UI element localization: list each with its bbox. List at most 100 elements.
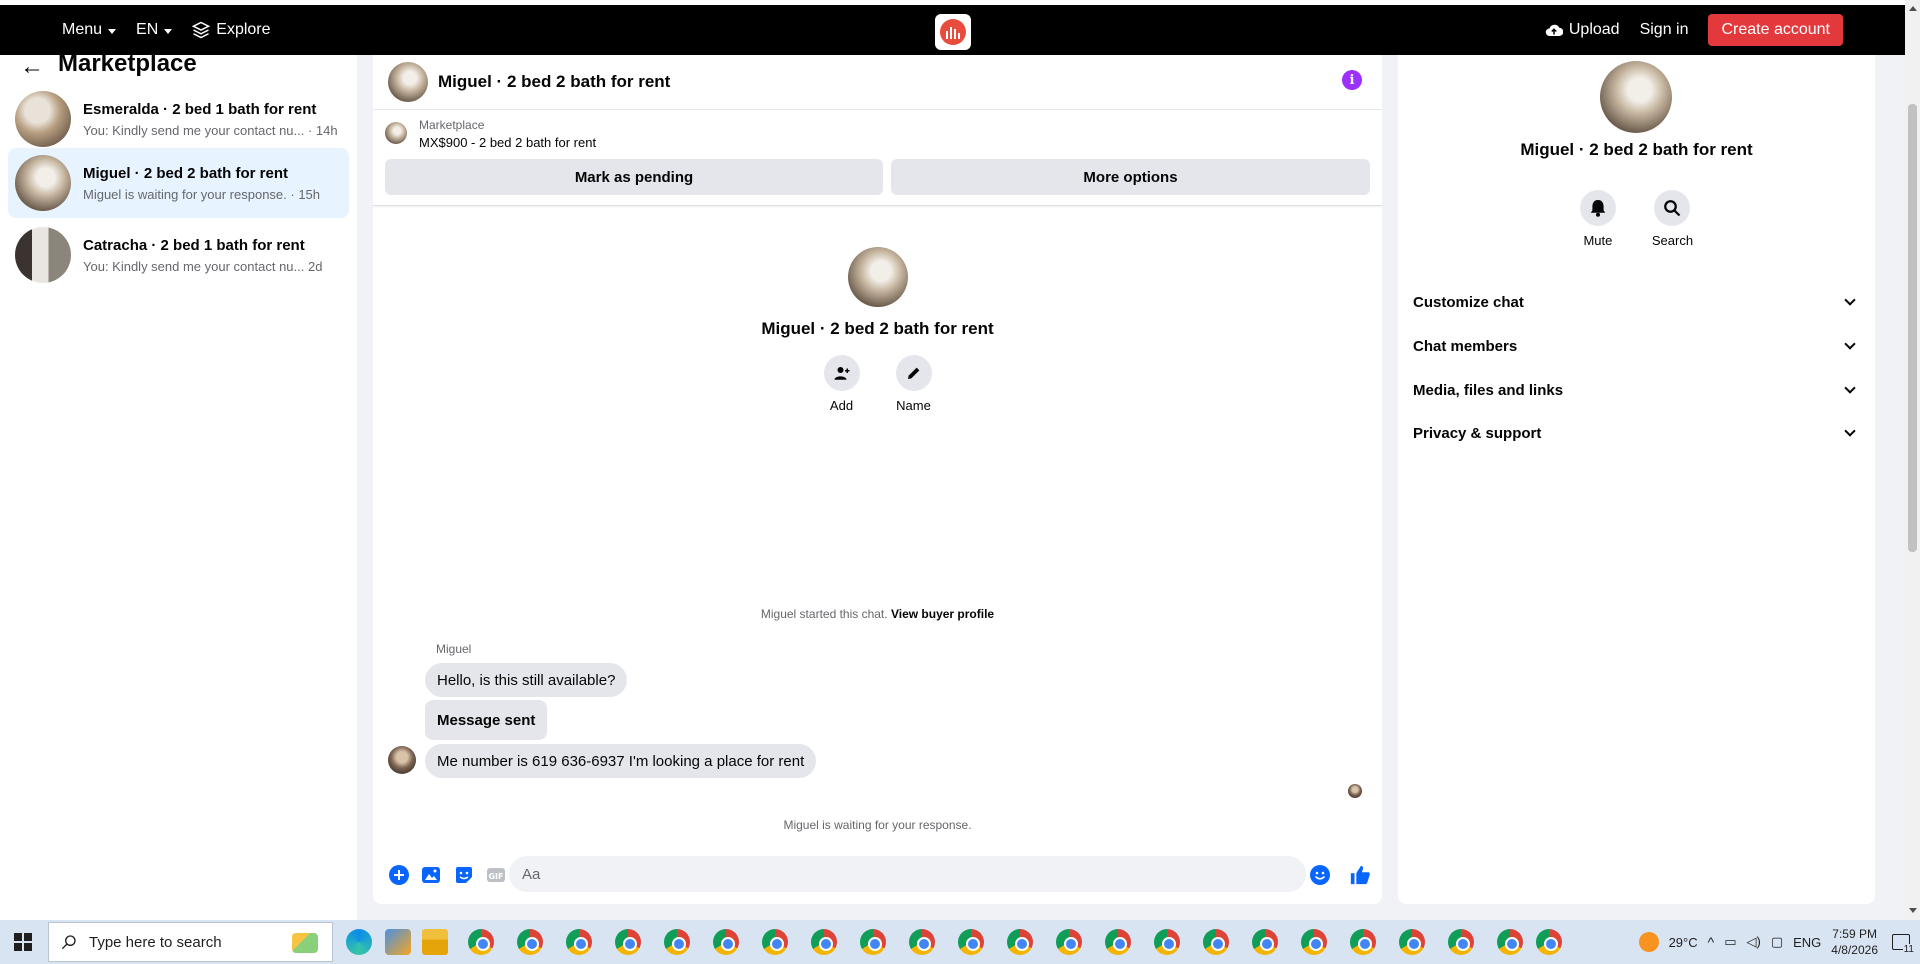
message-bubble[interactable]: Me number is 619 636-6937 I'm looking a … — [425, 744, 817, 778]
chrome-icon[interactable] — [566, 929, 592, 955]
edge-icon[interactable] — [346, 929, 372, 955]
mark-pending-button[interactable]: Mark as pending — [385, 159, 883, 195]
chrome-icon[interactable] — [1301, 929, 1327, 955]
speaker-icon[interactable]: ◁) — [1746, 934, 1760, 950]
photo-icon[interactable] — [421, 865, 441, 885]
chrome-icon[interactable] — [1056, 929, 1082, 955]
more-options-button[interactable]: More options — [891, 159, 1370, 195]
notification-icon[interactable]: 11 — [1892, 934, 1915, 955]
chrome-icon[interactable] — [615, 929, 641, 955]
chrome-icon[interactable] — [860, 929, 886, 955]
explore-button[interactable]: Explore — [192, 21, 271, 39]
chrome-icon[interactable] — [1203, 929, 1229, 955]
conversation-item-catracha[interactable]: Catracha · 2 bed 1 bath for rent You: Ki… — [8, 220, 349, 290]
chevron-down-icon — [108, 28, 117, 34]
scroll-up-icon[interactable] — [1909, 6, 1917, 11]
conversation-item-esmeralda[interactable]: Esmeralda · 2 bed 1 bath for rent You: K… — [8, 84, 349, 154]
message-bubble[interactable]: Message sent — [425, 700, 548, 740]
chrome-icon[interactable] — [664, 929, 690, 955]
create-account-button[interactable]: Create account — [1708, 14, 1843, 46]
chrome-icon[interactable] — [1007, 929, 1033, 955]
customize-chat-section[interactable]: Customize chat — [1413, 284, 1860, 320]
gif-icon[interactable]: GIF — [486, 865, 506, 885]
conversation-preview: You: Kindly send me your contact nu... ·… — [83, 122, 338, 138]
listing-title: MX$900 - 2 bed 2 bath for rent — [419, 135, 597, 150]
sticker-icon[interactable] — [454, 865, 474, 885]
message-input[interactable] — [509, 856, 1306, 892]
clock[interactable]: 7:59 PM 4/8/2026 — [1831, 926, 1878, 958]
network-icon[interactable]: ▭ — [1724, 934, 1736, 950]
chevron-down-icon — [1844, 425, 1856, 437]
temperature[interactable]: 29°C — [1669, 935, 1698, 950]
scrollbar-thumb[interactable] — [1908, 104, 1917, 552]
started-text: Miguel started this chat. — [760, 607, 888, 621]
thumbs-up-icon[interactable] — [1349, 864, 1371, 886]
avatar[interactable] — [388, 62, 428, 102]
chat-members-section[interactable]: Chat members — [1413, 328, 1860, 364]
chrome-icon[interactable] — [1154, 929, 1180, 955]
weather-sun-icon[interactable] — [1638, 932, 1659, 952]
plus-circle-icon[interactable] — [389, 865, 409, 885]
sidebar-header: ← Marketplace — [20, 52, 197, 79]
clock-time: 7:59 PM — [1832, 927, 1877, 941]
chrome-icon[interactable] — [713, 929, 739, 955]
chrome-icon[interactable] — [1105, 929, 1131, 955]
page-scrollbar[interactable] — [1905, 0, 1920, 920]
signin-link[interactable]: Sign in — [1640, 21, 1689, 39]
message-bubble[interactable]: Hello, is this still available? — [425, 663, 628, 697]
name-label: Name — [896, 398, 931, 413]
media-files-links-section[interactable]: Media, files and links — [1413, 372, 1860, 408]
chrome-icon[interactable] — [1252, 929, 1278, 955]
view-buyer-profile-link[interactable]: View buyer profile — [891, 607, 994, 621]
input-language[interactable]: ENG — [1793, 935, 1821, 950]
site-logo[interactable] — [935, 14, 971, 50]
conversation-item-miguel[interactable]: Miguel · 2 bed 2 bath for rent Miguel is… — [8, 148, 349, 218]
listing-label: Marketplace — [419, 118, 485, 132]
chrome-icon[interactable] — [1497, 929, 1523, 955]
conversation-preview: You: Kindly send me your contact nu... 2… — [83, 258, 323, 274]
windows-start-icon[interactable] — [14, 933, 32, 951]
language-button[interactable]: EN — [136, 21, 173, 39]
mark-pending-label: Mark as pending — [574, 168, 694, 186]
avatar[interactable] — [1600, 61, 1672, 133]
back-arrow-icon[interactable]: ← — [20, 55, 44, 79]
file-explorer-icon[interactable] — [422, 929, 448, 955]
privacy-support-section[interactable]: Privacy & support — [1413, 415, 1860, 451]
chrome-icon[interactable] — [909, 929, 935, 955]
intro-name: Miguel · 2 bed 2 bath for rent — [761, 319, 994, 338]
section-label: Media, files and links — [1413, 381, 1564, 399]
chrome-icon[interactable] — [811, 929, 837, 955]
sender-avatar[interactable] — [388, 746, 416, 774]
chevron-up-icon[interactable]: ^ — [1708, 934, 1715, 950]
conversation-name: Miguel · 2 bed 2 bath for rent — [83, 164, 289, 182]
conversation-name: Esmeralda · 2 bed 1 bath for rent — [83, 100, 317, 118]
avatar — [15, 91, 71, 147]
chrome-icon[interactable] — [1399, 929, 1425, 955]
top-navbar: Menu EN Explore Upload Sign in Create ac… — [0, 0, 1905, 55]
info-icon[interactable]: i — [1342, 70, 1362, 90]
mute-button[interactable]: Mute — [1579, 190, 1616, 248]
listing-summary[interactable]: Marketplace MX$900 - 2 bed 2 bath for re… — [385, 118, 596, 150]
chat-title[interactable]: Miguel · 2 bed 2 bath for rent — [438, 72, 670, 92]
app-icon[interactable] — [385, 929, 411, 955]
avatar[interactable] — [847, 247, 908, 307]
emoji-icon[interactable] — [1310, 865, 1330, 885]
waiting-notice: Miguel is waiting for your response. — [783, 818, 972, 832]
search-button[interactable]: Search — [1652, 190, 1693, 248]
upload-button[interactable]: Upload — [1545, 21, 1620, 39]
scroll-down-icon[interactable] — [1909, 908, 1917, 913]
menu-button[interactable]: Menu — [62, 21, 117, 39]
chrome-icon[interactable] — [762, 929, 788, 955]
chrome-icon[interactable] — [1448, 929, 1474, 955]
weather-widget-icon — [292, 933, 318, 953]
add-people-button[interactable]: Add — [823, 355, 860, 413]
rename-button[interactable]: Name — [895, 355, 932, 413]
chrome-icon[interactable] — [517, 929, 543, 955]
chrome-icon[interactable] — [958, 929, 984, 955]
add-person-icon — [834, 367, 849, 380]
chrome-icon[interactable] — [468, 929, 494, 955]
chrome-icon[interactable] — [1536, 929, 1562, 955]
display-icon[interactable]: ▢ — [1771, 934, 1783, 950]
chrome-icon[interactable] — [1350, 929, 1376, 955]
taskbar-search[interactable]: Type here to search — [48, 922, 333, 962]
